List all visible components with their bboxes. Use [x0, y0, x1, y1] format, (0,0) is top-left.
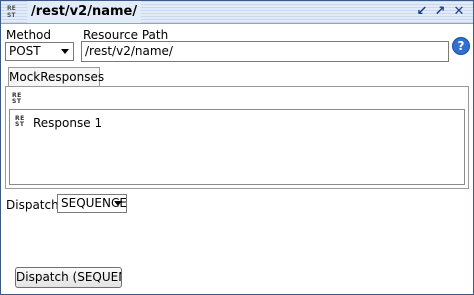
minimize-icon[interactable]: ↙ [415, 5, 429, 19]
detach-icon[interactable]: ↗ [433, 5, 447, 19]
chevron-down-icon [114, 201, 122, 206]
window-title: /rest/v2/name/ [27, 1, 142, 23]
dispatch-button[interactable]: Dispatch (SEQUENC... [15, 267, 122, 288]
method-select[interactable]: POST [5, 42, 74, 61]
new-response-icon[interactable]: RE ST [12, 93, 24, 107]
dispatch-select[interactable]: SEQUENCE [57, 194, 127, 213]
title-bar: RE ST /rest/v2/name/ ↙ ↗ ✕ [1, 1, 473, 24]
list-item[interactable]: RE ST Response 1 [14, 115, 454, 131]
method-value: POST [9, 44, 41, 58]
chevron-down-icon [61, 49, 69, 54]
resource-path-label: Resource Path [83, 28, 169, 42]
rest-icon: RE ST [15, 115, 25, 128]
close-icon[interactable]: ✕ [452, 5, 466, 19]
help-icon[interactable]: ? [452, 37, 470, 55]
mock-action-window: RE ST /rest/v2/name/ ↙ ↗ ✕ Method Resourc… [0, 0, 474, 295]
response-list: RE ST Response 1 [9, 109, 465, 185]
mockresponses-panel: RE ST RE ST Response 1 [5, 86, 469, 189]
tab-mockresponses[interactable]: MockResponses [8, 67, 104, 87]
response-name: Response 1 [33, 116, 103, 130]
method-label: Method [6, 28, 52, 42]
resource-path-input[interactable]: /rest/v2/name/ [81, 41, 449, 62]
dispatch-label: Dispatch: [6, 198, 63, 212]
rest-icon: RE ST [7, 5, 16, 19]
